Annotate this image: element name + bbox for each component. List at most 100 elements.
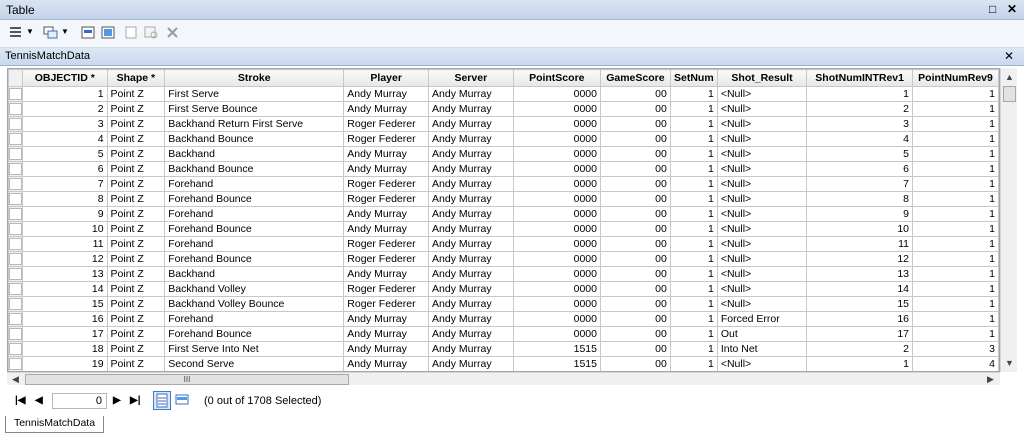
row-selector[interactable] xyxy=(8,326,23,342)
table-cell[interactable]: 1 xyxy=(669,176,718,192)
table-cell[interactable]: Andy Murray xyxy=(428,146,514,162)
table-cell[interactable]: Forehand xyxy=(164,311,345,327)
table-cell[interactable]: Andy Murray xyxy=(343,101,430,117)
row-selector-box[interactable] xyxy=(9,148,22,160)
table-cell[interactable]: 1 xyxy=(912,281,999,297)
table-cell[interactable]: Andy Murray xyxy=(428,341,514,357)
table-cell[interactable]: <Null> xyxy=(716,206,808,222)
table-cell[interactable]: Point Z xyxy=(106,221,166,237)
table-cell[interactable]: 1 xyxy=(912,221,999,237)
table-cell[interactable]: Roger Federer xyxy=(343,281,430,297)
related-tables-icon[interactable] xyxy=(43,26,59,40)
table-cell[interactable]: Point Z xyxy=(106,251,166,267)
table-cell[interactable]: Into Net xyxy=(716,341,808,357)
table-cell[interactable]: 4 xyxy=(912,356,999,371)
table-cell[interactable]: 1 xyxy=(669,101,718,117)
table-cell[interactable]: Point Z xyxy=(106,191,166,207)
table-cell[interactable]: 00 xyxy=(599,251,671,267)
table-cell[interactable]: <Null> xyxy=(716,251,808,267)
table-cell[interactable]: <Null> xyxy=(716,191,808,207)
table-cell[interactable]: Forehand Bounce xyxy=(164,326,345,342)
table-cell[interactable]: Point Z xyxy=(106,311,166,327)
table-cell[interactable]: Point Z xyxy=(106,236,166,252)
table-cell[interactable]: 17 xyxy=(22,326,108,342)
table-cell[interactable]: 1 xyxy=(912,176,999,192)
table-cell[interactable]: 0000 xyxy=(512,101,601,117)
table-cell[interactable]: Point Z xyxy=(106,146,166,162)
table-cell[interactable]: 17 xyxy=(806,326,914,342)
table-cell[interactable]: 0000 xyxy=(512,296,601,312)
row-selector-box[interactable] xyxy=(9,298,22,310)
table-cell[interactable]: 1 xyxy=(669,221,718,237)
column-header[interactable]: Shape * xyxy=(106,69,166,87)
table-cell[interactable]: 1 xyxy=(669,191,718,207)
table-row[interactable]: 15 Point Z Backhand Volley Bounce Roger Fed… xyxy=(8,296,999,312)
table-cell[interactable]: 1 xyxy=(912,131,999,147)
table-cell[interactable]: 6 xyxy=(806,161,914,177)
row-selector-box[interactable] xyxy=(9,313,22,325)
table-cell[interactable]: 15 xyxy=(22,296,108,312)
table-cell[interactable]: 1 xyxy=(669,146,718,162)
table-cell[interactable]: <Null> xyxy=(716,296,808,312)
table-cell[interactable]: 1 xyxy=(669,311,718,327)
table-cell[interactable]: 3 xyxy=(912,341,999,357)
table-cell[interactable]: Andy Murray xyxy=(428,296,514,312)
table-row[interactable]: 13 Point Z Backhand Andy Murray Andy Murray 0… xyxy=(8,266,999,282)
table-cell[interactable]: Andy Murray xyxy=(428,326,514,342)
table-cell[interactable]: Forehand Bounce xyxy=(164,251,345,267)
column-header[interactable]: GameScore xyxy=(599,69,671,87)
table-cell[interactable]: 0000 xyxy=(512,116,601,132)
table-cell[interactable]: 1 xyxy=(912,326,999,342)
row-selector-box[interactable] xyxy=(9,178,22,190)
table-cell[interactable]: Andy Murray xyxy=(428,176,514,192)
table-cell[interactable]: 1515 xyxy=(512,341,601,357)
table-cell[interactable]: 16 xyxy=(806,311,914,327)
table-row[interactable]: 17 Point Z Forehand Bounce Andy Murray Andy … xyxy=(8,326,999,342)
scroll-down-icon[interactable]: ▼ xyxy=(1005,358,1014,368)
table-cell[interactable]: Roger Federer xyxy=(343,176,430,192)
table-cell[interactable]: 0000 xyxy=(512,311,601,327)
table-cell[interactable]: 1 xyxy=(669,326,718,342)
row-selector[interactable] xyxy=(8,116,23,132)
table-cell[interactable]: Point Z xyxy=(106,176,166,192)
table-cell[interactable]: Point Z xyxy=(106,296,166,312)
table-cell[interactable]: Andy Murray xyxy=(428,206,514,222)
row-selector[interactable] xyxy=(8,221,23,237)
maximize-icon[interactable]: □ xyxy=(989,2,996,16)
table-cell[interactable]: 1 xyxy=(669,161,718,177)
zoom-to-selected-icon[interactable] xyxy=(144,26,160,40)
row-selector[interactable] xyxy=(8,341,23,357)
table-cell[interactable]: 2 xyxy=(22,101,108,117)
table-row[interactable]: 1 Point Z First Serve Andy Murray Andy Murra… xyxy=(8,86,999,102)
table-cell[interactable]: 14 xyxy=(806,281,914,297)
table-cell[interactable]: 00 xyxy=(599,176,671,192)
table-cell[interactable]: Backhand Volley xyxy=(164,281,345,297)
table-cell[interactable]: 00 xyxy=(599,341,671,357)
table-cell[interactable]: Forehand xyxy=(164,176,345,192)
table-cell[interactable]: <Null> xyxy=(716,281,808,297)
table-cell[interactable]: 00 xyxy=(599,116,671,132)
table-cell[interactable]: 0000 xyxy=(512,146,601,162)
row-selector[interactable] xyxy=(8,206,23,222)
table-cell[interactable]: 00 xyxy=(599,296,671,312)
current-record-input[interactable]: 0 xyxy=(52,393,107,409)
table-cell[interactable]: Roger Federer xyxy=(343,131,430,147)
table-cell[interactable]: 1 xyxy=(669,131,718,147)
table-cell[interactable]: 1 xyxy=(912,161,999,177)
row-selector-box[interactable] xyxy=(9,268,22,280)
table-cell[interactable]: 1 xyxy=(669,86,718,102)
table-cell[interactable]: 0000 xyxy=(512,266,601,282)
table-cell[interactable]: Backhand xyxy=(164,146,345,162)
table-cell[interactable]: <Null> xyxy=(716,116,808,132)
table-cell[interactable]: 7 xyxy=(22,176,108,192)
table-cell[interactable]: Andy Murray xyxy=(428,116,514,132)
table-cell[interactable]: 3 xyxy=(22,116,108,132)
row-selector-box[interactable] xyxy=(9,118,22,130)
row-selector[interactable] xyxy=(8,266,23,282)
table-cell[interactable]: Point Z xyxy=(106,101,166,117)
table-cell[interactable]: 0000 xyxy=(512,251,601,267)
select-by-attributes-icon[interactable] xyxy=(81,26,97,40)
table-row[interactable]: 9 Point Z Forehand Andy Murray Andy Murray 00… xyxy=(8,206,999,222)
table-cell[interactable]: 0000 xyxy=(512,206,601,222)
row-selector[interactable] xyxy=(8,176,23,192)
